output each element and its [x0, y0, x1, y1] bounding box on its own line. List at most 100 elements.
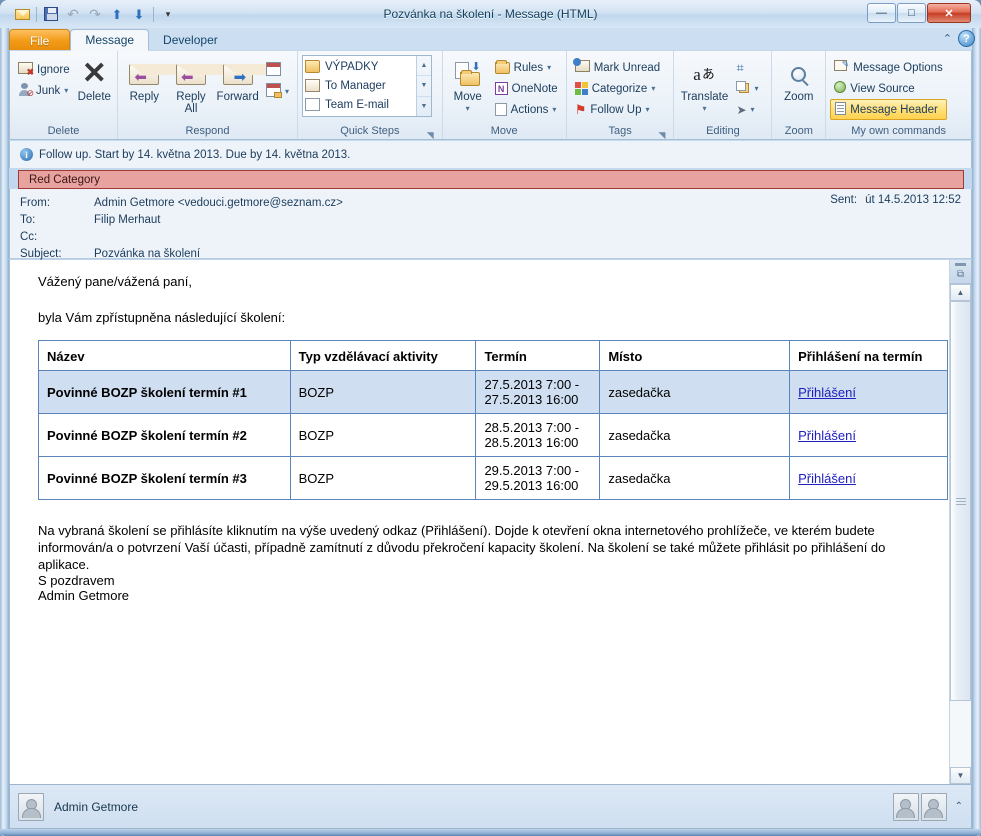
ignore-button[interactable]: ✖ Ignore	[14, 59, 74, 80]
greeting-paragraph: Vážený pane/vážená paní,	[38, 274, 192, 289]
quick-steps-gallery[interactable]: VÝPADKY To Manager Team E-mail ▲ ▼ ▼	[302, 55, 432, 117]
reply-all-label: Reply All	[176, 91, 206, 115]
table-row[interactable]: Povinné BOZP školení termín #3 BOZP 29.5…	[38, 456, 948, 500]
onenote-button[interactable]: N OneNote	[491, 78, 562, 99]
window-frame-right	[972, 0, 981, 836]
mail-icon[interactable]	[12, 4, 32, 24]
related-button[interactable]: ▾	[732, 78, 762, 99]
delete-button[interactable]: ✕ Delete	[76, 54, 113, 104]
table-row[interactable]: Povinné BOZP školení termín #2 BOZP 28.5…	[38, 413, 948, 457]
avatar[interactable]	[18, 792, 44, 821]
junk-button[interactable]: ⊘ Junk ▾	[14, 80, 74, 101]
chevron-down-icon[interactable]: ▾	[646, 105, 650, 114]
cell-place: zasedačka	[599, 456, 791, 500]
chevron-down-icon[interactable]: ▾	[751, 105, 755, 114]
status-expand-icon[interactable]: ⌃	[955, 801, 963, 812]
view-source-button[interactable]: View Source	[830, 78, 947, 99]
avatar-secondary-1[interactable]	[892, 792, 919, 821]
zoom-magnifier-icon	[791, 57, 807, 91]
signup-link[interactable]: Přihlášení	[798, 471, 856, 486]
meeting-icon	[265, 62, 281, 79]
gallery-expand-icon[interactable]: ▼	[417, 97, 431, 116]
message-options-icon: ✎	[834, 59, 849, 76]
gallery-scroll-down-icon[interactable]: ▼	[417, 76, 431, 97]
split-window-handle[interactable]: ⧉	[950, 260, 971, 284]
qat-separator	[36, 6, 37, 22]
collapse-ribbon-icon[interactable]: ⌃	[943, 32, 952, 45]
quick-step-team-email[interactable]: Team E-mail	[305, 95, 414, 114]
delete-x-icon: ✕	[81, 57, 107, 90]
maximize-button[interactable]: □	[897, 3, 926, 23]
more-respond-button[interactable]: ▾	[262, 81, 293, 102]
scroll-track[interactable]	[950, 301, 971, 767]
rules-button[interactable]: Rules ▾	[491, 57, 562, 78]
gallery-scroll-up-icon[interactable]: ▲	[417, 56, 431, 77]
scroll-thumb[interactable]	[950, 301, 971, 701]
message-header-fields: From: Admin Getmore <vedouci.getmore@sez…	[9, 189, 972, 260]
message-options-button[interactable]: ✎ Message Options	[830, 57, 947, 78]
tags-dialog-launcher[interactable]: ◥	[656, 127, 667, 140]
translate-button[interactable]: aぁ Translate ▾	[678, 54, 730, 115]
chevron-down-icon[interactable]: ▾	[754, 84, 758, 93]
mark-unread-button[interactable]: Mark Unread	[571, 57, 664, 78]
follow-up-button[interactable]: ⚑ Follow Up ▾	[571, 99, 664, 120]
message-header-button[interactable]: Message Header	[830, 99, 947, 120]
quick-step-to-manager[interactable]: To Manager	[305, 76, 414, 95]
qat-separator-2	[153, 6, 154, 22]
chevron-down-icon[interactable]: ▾	[651, 84, 655, 93]
onenote-label: OneNote	[511, 82, 558, 95]
chevron-down-icon[interactable]: ▾	[552, 105, 556, 114]
table-row[interactable]: Povinné BOZP školení termín #1 BOZP 27.5…	[38, 370, 948, 414]
undo-icon[interactable]: ↶	[63, 4, 83, 24]
avatar-secondary-2[interactable]	[920, 792, 947, 821]
tab-message[interactable]: Message	[70, 29, 150, 51]
quick-steps-dialog-launcher[interactable]: ◥	[425, 127, 436, 140]
select-button[interactable]: ➤ ▾	[732, 99, 762, 120]
message-body[interactable]: Vážený pane/vážená paní, byla Vám zpříst…	[10, 260, 949, 784]
group-label-text: Quick Steps	[340, 125, 400, 137]
previous-item-icon[interactable]: ⬆	[107, 4, 127, 24]
chevron-down-icon[interactable]: ▾	[547, 63, 551, 72]
chevron-down-icon[interactable]: ▾	[64, 86, 68, 95]
scroll-down-button[interactable]: ▼	[950, 767, 971, 784]
tab-developer[interactable]: Developer	[149, 29, 232, 51]
cell-term: 29.5.2013 7:00 - 29.5.2013 16:00	[475, 456, 601, 500]
close-button[interactable]: ✕	[927, 3, 971, 23]
gallery-scrollbar[interactable]: ▲ ▼ ▼	[416, 56, 431, 116]
minimize-button[interactable]: —	[867, 3, 896, 23]
junk-label: Junk	[36, 84, 61, 97]
forward-button[interactable]: ➡ Forward	[215, 54, 283, 103]
tab-file[interactable]: File	[9, 29, 71, 51]
chevron-down-icon[interactable]: ▾	[285, 87, 289, 96]
redo-icon[interactable]: ↷	[85, 4, 105, 24]
body-vertical-scrollbar[interactable]: ⧉ ▲ ▼	[949, 260, 971, 784]
chevron-down-icon[interactable]: ▾	[466, 103, 470, 115]
follow-up-info-bar[interactable]: i Follow up. Start by 14. května 2013. D…	[9, 141, 972, 168]
scroll-up-button[interactable]: ▲	[950, 284, 971, 301]
find-button[interactable]: ⌗	[732, 57, 762, 78]
customize-qat-icon[interactable]: ▾	[158, 4, 178, 24]
move-button[interactable]: ⬇ Move ▾	[447, 54, 489, 115]
sent-group: Sent: út 14.5.2013 12:52	[830, 194, 961, 206]
zoom-button[interactable]: Zoom	[776, 54, 821, 103]
status-right-group: ⌃	[892, 792, 963, 821]
reply-button[interactable]: ⬅ Reply	[122, 54, 190, 103]
delete-label: Delete	[77, 91, 111, 103]
meeting-button[interactable]	[262, 60, 293, 81]
quick-step-vypadky[interactable]: VÝPADKY	[305, 57, 414, 76]
category-bar[interactable]: Red Category	[18, 170, 964, 189]
title-bar: ↶ ↷ ⬆ ⬇ ▾ Pozvánka na školení - Message …	[0, 0, 981, 28]
next-item-icon[interactable]: ⬇	[129, 4, 149, 24]
reply-all-button[interactable]: ⬅ Reply All	[169, 54, 236, 115]
signup-link[interactable]: Přihlášení	[798, 385, 856, 400]
cell-name: Povinné BOZP školení termín #1	[38, 370, 291, 414]
chevron-down-icon[interactable]: ▾	[702, 103, 706, 115]
actions-button[interactable]: Actions ▾	[491, 99, 562, 120]
help-icon[interactable]: ?	[958, 30, 975, 47]
quick-step-label: Team E-mail	[325, 98, 389, 111]
signup-link[interactable]: Přihlášení	[798, 428, 856, 443]
categorize-button[interactable]: Categorize ▾	[571, 78, 664, 99]
save-icon[interactable]	[41, 4, 61, 24]
to-value[interactable]: Filip Merhaut	[94, 214, 971, 226]
message-options-label: Message Options	[853, 61, 943, 74]
